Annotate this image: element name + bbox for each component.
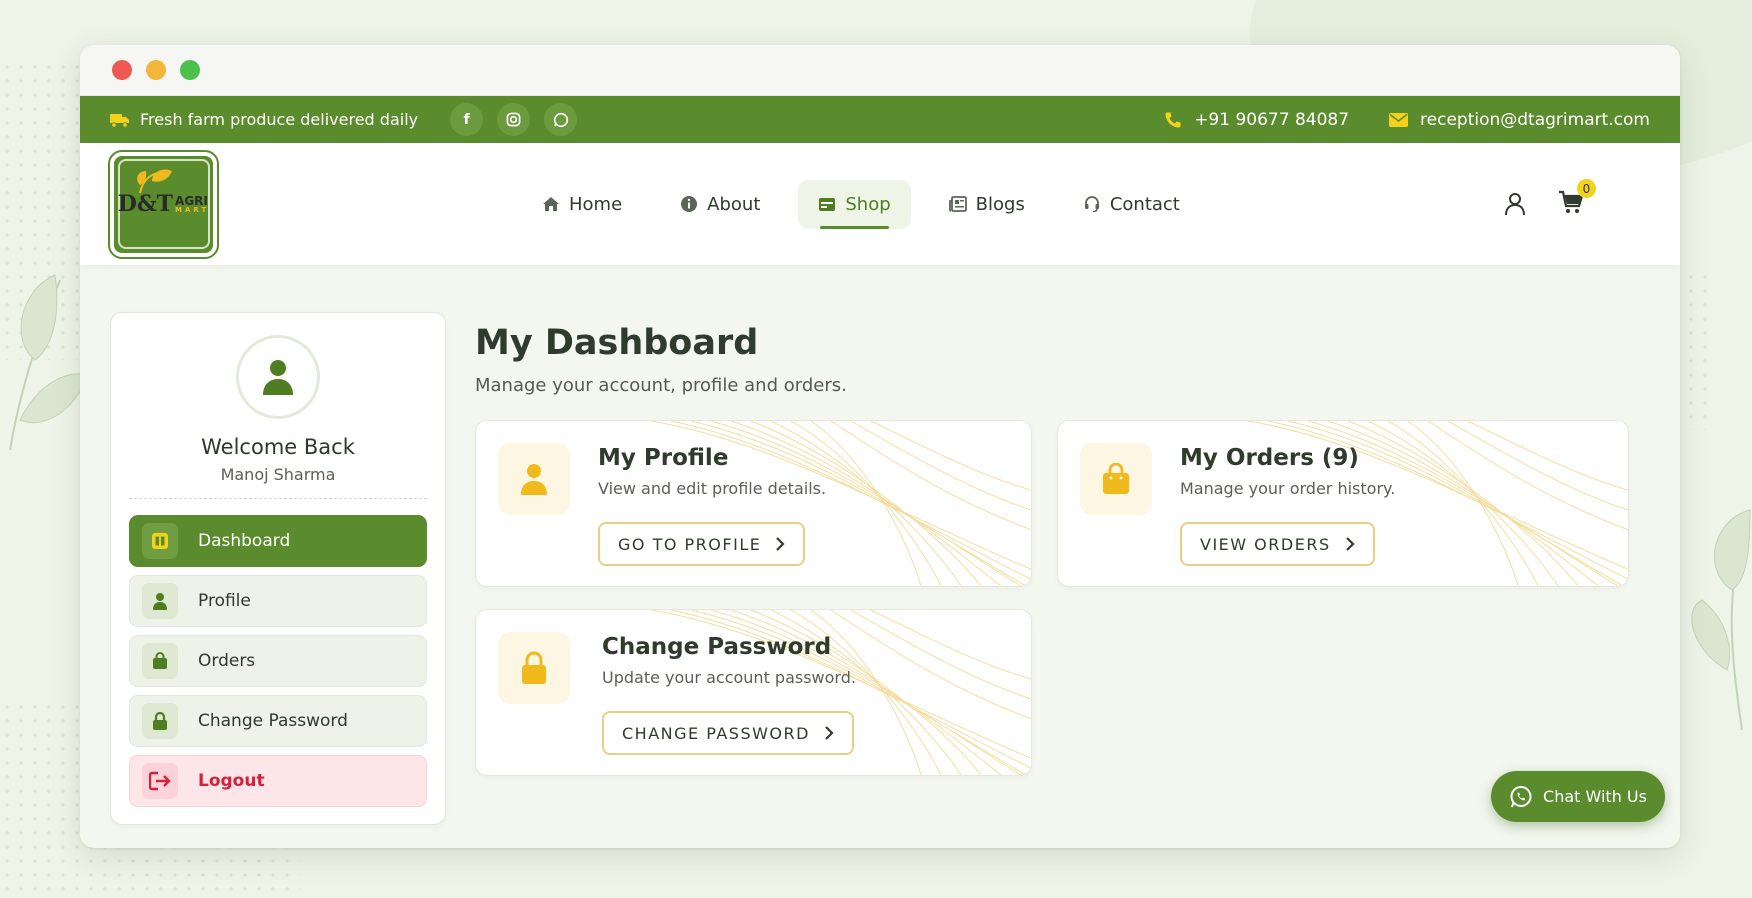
home-icon [543,197,559,211]
change-password-button[interactable]: CHANGE PASSWORD [602,711,854,755]
email-address[interactable]: reception@dtagrimart.com [1420,110,1650,130]
logo-leaf-icon [136,169,172,194]
leaf-decoration [1691,509,1751,731]
main-navigation: Home About Shop Blogs Contact [522,179,1200,229]
whatsapp-icon[interactable] [544,103,578,136]
password-card-icon [498,632,570,704]
user-name: Manoj Sharma [220,465,336,484]
nav-contact-label: Contact [1109,193,1180,215]
nav-home[interactable]: Home [522,180,642,229]
sidebar-item-label: Profile [198,591,251,611]
top-info-bar: Fresh farm produce delivered daily f +91… [80,96,1680,143]
profile-card: My Profile View and edit profile details… [475,420,1032,587]
button-label: CHANGE PASSWORD [622,723,810,743]
browser-window: Fresh farm produce delivered daily f +91… [80,45,1680,848]
bag-icon [1103,463,1129,494]
mail-icon [1389,112,1409,127]
lock-icon [522,651,546,684]
sidebar-divider [129,498,427,499]
card-description: Manage your order history. [1180,479,1396,498]
chevron-right-icon [825,726,834,740]
card-title: My Profile [598,445,729,471]
minimize-window-button[interactable] [146,60,166,80]
nav-about-label: About [707,193,761,215]
logout-icon [142,763,178,799]
maximize-window-button[interactable] [180,60,200,80]
nav-home-label: Home [569,193,623,215]
phone-number[interactable]: +91 90677 84087 [1194,110,1349,130]
window-titlebar [80,45,1680,96]
phone-icon [1165,112,1181,127]
page-subtitle: Manage your account, profile and orders. [475,375,847,396]
dashboard-main: My Dashboard Manage your account, profil… [475,323,847,396]
facebook-icon[interactable]: f [450,103,484,136]
shop-icon [819,198,836,211]
account-sidebar: Welcome Back Manoj Sharma Dashboard Prof… [110,312,446,825]
lock-icon [142,703,178,739]
orders-card: My Orders (9) Manage your order history.… [1057,420,1629,587]
chat-button-label: Chat With Us [1543,787,1647,806]
nav-blogs[interactable]: Blogs [929,180,1045,229]
instagram-icon[interactable] [497,103,531,136]
nav-shop-label: Shop [845,193,891,215]
page-title: My Dashboard [475,323,759,363]
nav-blogs-label: Blogs [975,193,1025,215]
view-orders-button[interactable]: VIEW ORDERS [1180,522,1375,566]
avatar [236,335,320,419]
whatsapp-icon [1510,785,1532,807]
headset-icon [1084,196,1099,213]
cart-button[interactable]: 0 [1558,179,1596,219]
chevron-right-icon [1345,537,1355,551]
close-window-button[interactable] [112,60,132,80]
sidebar-item-change-password[interactable]: Change Password [129,695,427,747]
nav-shop[interactable]: Shop [798,179,911,229]
sidebar-item-profile[interactable]: Profile [129,575,427,627]
user-avatar-icon [263,360,293,395]
profile-card-icon [498,443,570,515]
newspaper-icon [948,196,967,212]
card-description: Update your account password. [602,668,856,687]
sidebar-item-label: Orders [198,651,256,671]
orders-card-icon [1080,443,1152,515]
dashboard-icon [142,523,178,559]
card-title: Change Password [602,634,832,660]
button-label: GO TO PROFILE [618,534,762,554]
site-header: D&T AGRI MART Home About Shop Blogs Cont… [80,143,1680,265]
bag-icon [142,643,178,679]
user-icon [521,464,547,495]
account-icon[interactable] [1502,191,1528,217]
leaf-decoration [9,274,89,451]
nav-contact[interactable]: Contact [1063,180,1200,229]
logo-subtext: AGRI [175,193,208,208]
user-icon [142,583,178,619]
change-password-card: Change Password Update your account pass… [475,609,1032,776]
sidebar-item-label: Logout [198,771,265,791]
card-title: My Orders (9) [1180,445,1359,471]
site-logo[interactable]: D&T AGRI MART [108,149,219,259]
cart-count-badge: 0 [1577,179,1596,198]
tagline-text: Fresh farm produce delivered daily [140,110,419,129]
button-label: VIEW ORDERS [1200,534,1331,554]
logo-subtext-mart: MART [175,205,210,214]
truck-icon [110,113,129,128]
card-description: View and edit profile details. [598,479,827,498]
sidebar-item-label: Dashboard [198,531,291,551]
go-to-profile-button[interactable]: GO TO PROFILE [598,522,806,566]
sidebar-item-orders[interactable]: Orders [129,635,427,687]
welcome-heading: Welcome Back [201,435,355,459]
info-icon [681,196,698,212]
sidebar-item-label: Change Password [198,711,348,731]
sidebar-item-dashboard[interactable]: Dashboard [129,515,427,567]
chevron-right-icon [776,537,785,551]
sidebar-item-logout[interactable]: Logout [129,755,427,807]
nav-about[interactable]: About [660,180,780,229]
chat-with-us-button[interactable]: Chat With Us [1491,771,1665,822]
